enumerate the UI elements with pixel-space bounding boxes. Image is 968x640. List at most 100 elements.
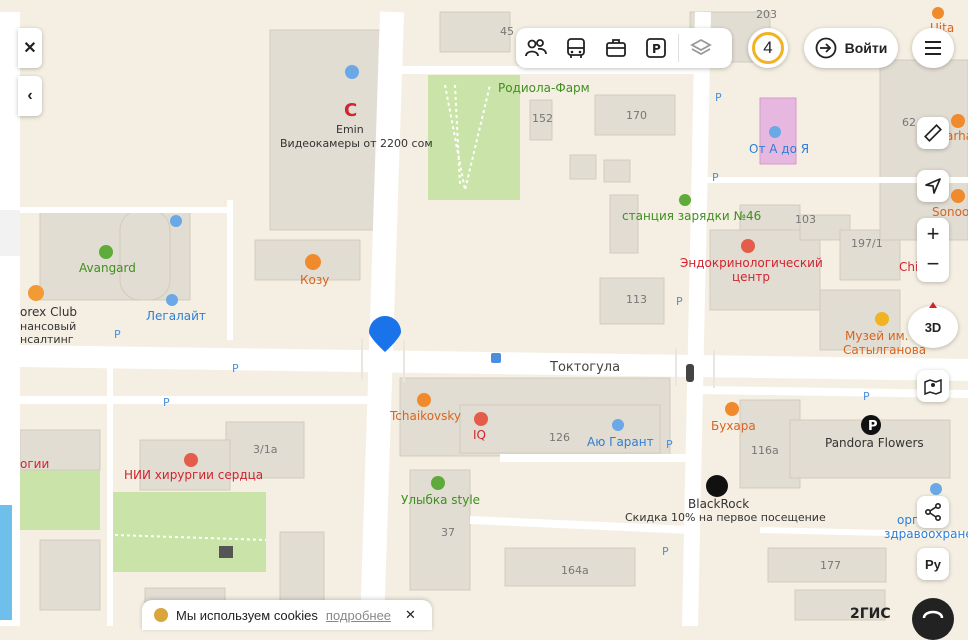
house-number: 3/1а: [253, 443, 278, 456]
share-icon: [924, 503, 941, 521]
poi-ot-a-do-ya[interactable]: От А до Я: [749, 142, 809, 157]
poi-blackrock[interactable]: BlackRock: [688, 497, 749, 512]
poi-endo-line1[interactable]: Эндокринологический: [680, 256, 823, 271]
login-icon: [815, 37, 837, 59]
poi-avangard[interactable]: Avangard: [79, 261, 136, 276]
menu-button[interactable]: [912, 28, 954, 68]
poi-tchaikovsky[interactable]: Tchaikovsky: [390, 409, 461, 424]
poi-nii[interactable]: НИИ хирургии сердца: [124, 468, 263, 483]
ruler-button[interactable]: [917, 117, 949, 149]
briefcase-icon: [606, 39, 626, 57]
zoom-out-button[interactable]: −: [927, 250, 940, 282]
friends-layer-button[interactable]: [516, 28, 556, 68]
poi-ayu-garant[interactable]: Аю Гарант: [587, 435, 654, 450]
language-label: Ру: [925, 556, 941, 572]
notification-count: 4: [752, 32, 784, 64]
poi-ulybka[interactable]: Улыбка style: [401, 493, 480, 508]
house-number: 164а: [561, 564, 589, 577]
poi-charging-station[interactable]: станция зарядки №46: [622, 209, 761, 224]
house-number: 203: [756, 8, 777, 21]
notifications-badge[interactable]: 4: [748, 28, 788, 68]
my-location-button[interactable]: [917, 170, 949, 202]
house-number: 103: [795, 213, 816, 226]
poi-iq[interactable]: IQ: [473, 428, 486, 443]
mode-3d-label: 3D: [924, 319, 942, 335]
svg-text:P: P: [863, 390, 870, 403]
chevron-left-icon: ‹: [27, 87, 33, 104]
ruler-icon: [924, 124, 942, 142]
business-layer-button[interactable]: [596, 28, 636, 68]
house-number: 45: [500, 25, 514, 38]
poi-emin-sub: Видеокамеры от 2200 сом: [280, 137, 433, 150]
svg-text:P: P: [163, 396, 170, 409]
compass-3d-button[interactable]: 3D: [908, 306, 958, 348]
poi-museum-line2[interactable]: Сатылганова: [843, 343, 926, 358]
toolbar-divider: [678, 34, 679, 62]
parking-icon: P: [646, 38, 666, 58]
house-number: 177: [820, 559, 841, 572]
svg-text:P: P: [712, 171, 719, 184]
poi-forex-line2: нансовый: [20, 320, 77, 333]
cookie-text: Мы используем cookies: [176, 607, 318, 623]
poi-forex-line3: нсалтинг: [20, 333, 74, 346]
bus-icon: [567, 38, 585, 58]
poi-legalait[interactable]: Легалайт: [146, 309, 206, 324]
map-canvas[interactable]: P C P P P P P P P P P Emin Видеокамеры от 2200…: [0, 0, 968, 627]
layers-icon: [690, 38, 712, 56]
poi-bukhara[interactable]: Бухара: [711, 419, 756, 434]
svg-text:P: P: [666, 438, 673, 451]
poi-rodiola[interactable]: Родиола-Фарм: [498, 81, 590, 96]
svg-text:P: P: [662, 545, 669, 558]
house-number: 126: [549, 431, 570, 444]
share-button[interactable]: [917, 496, 949, 528]
chat-button[interactable]: [912, 598, 954, 640]
map-pin-icon: [924, 378, 942, 396]
poi-emin-name[interactable]: Emin: [336, 123, 364, 137]
layers-toolbar: P: [516, 28, 732, 68]
house-number: 37: [441, 526, 455, 539]
zoom-in-button[interactable]: +: [927, 218, 940, 250]
poi-hirurgii[interactable]: огии: [20, 457, 49, 472]
svg-text:P: P: [715, 91, 722, 104]
svg-text:P: P: [652, 42, 661, 56]
close-button[interactable]: ✕: [18, 28, 42, 68]
hamburger-icon: [925, 41, 941, 55]
chat-icon: [922, 610, 944, 619]
navigation-arrow-icon: [925, 178, 941, 194]
poi-health-line2[interactable]: орг: [897, 513, 918, 528]
login-label: Войти: [844, 40, 888, 56]
house-number: 152: [532, 112, 553, 125]
svg-text:P: P: [676, 295, 683, 308]
cookie-icon: [154, 608, 168, 622]
poi-endo-line2[interactable]: центр: [732, 270, 770, 285]
poi-kozu[interactable]: Козу: [300, 273, 329, 288]
poi-health-line3[interactable]: здравоохране: [884, 527, 968, 542]
compass-north-icon: [929, 302, 937, 308]
house-number: 62: [902, 116, 916, 129]
layers-button[interactable]: [681, 28, 721, 68]
poi-arha[interactable]: arha: [946, 129, 968, 144]
map-view-button[interactable]: [917, 370, 949, 402]
poi-museum-line1[interactable]: Музей им.: [845, 329, 909, 344]
poi-pandora[interactable]: Pandora Flowers: [825, 436, 924, 451]
svg-text:C: C: [344, 100, 357, 121]
brand-logo: 2ГИС: [850, 606, 891, 622]
house-number: 197/1: [851, 237, 883, 250]
login-button[interactable]: Войти: [804, 28, 898, 68]
language-button[interactable]: Ру: [917, 548, 949, 580]
close-icon: ✕: [23, 40, 37, 57]
parking-layer-button[interactable]: P: [636, 28, 676, 68]
svg-text:P: P: [114, 328, 121, 341]
cookie-more-link[interactable]: подробнее: [326, 608, 391, 623]
poi-blackrock-sub: Скидка 10% на первое посещение: [625, 511, 826, 524]
zoom-controls: + −: [917, 218, 949, 282]
svg-text:P: P: [868, 419, 878, 434]
side-panel-item[interactable]: [0, 210, 20, 256]
poi-forex-line1[interactable]: orex Club: [20, 305, 77, 320]
people-icon: [525, 39, 547, 57]
street-toktogula: Токтогула: [550, 360, 621, 375]
transport-layer-button[interactable]: [556, 28, 596, 68]
collapse-button[interactable]: ‹: [18, 76, 42, 116]
house-number: 116а: [751, 444, 779, 457]
cookie-close-icon[interactable]: ✕: [405, 607, 416, 623]
